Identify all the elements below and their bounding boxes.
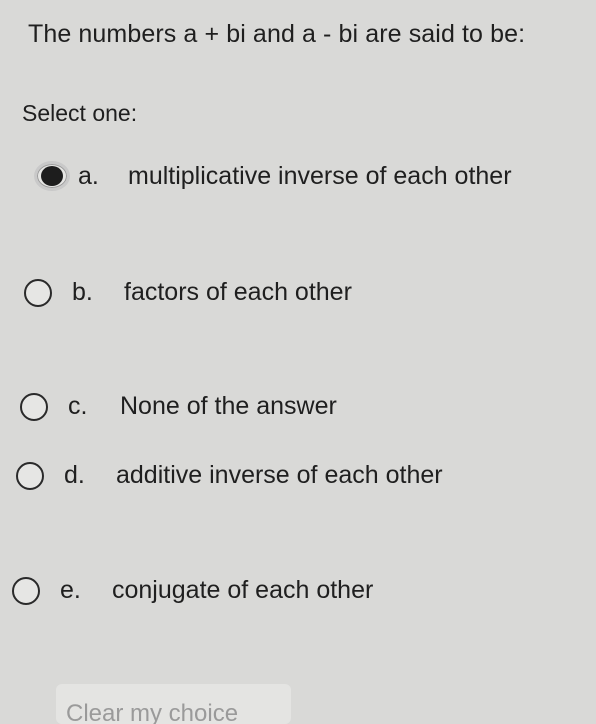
option-letter: a.	[78, 161, 99, 190]
option-letter: b.	[72, 278, 93, 306]
option-label: factors of each other	[124, 278, 352, 306]
option-a[interactable]: a. multiplicative inverse of each other	[34, 161, 512, 191]
option-e[interactable]: e. conjugate of each other	[12, 576, 373, 605]
radio-icon[interactable]	[20, 392, 48, 421]
option-b[interactable]: b. factors of each other	[24, 278, 352, 307]
option-letter: e.	[60, 576, 81, 604]
option-label: conjugate of each other	[112, 576, 374, 604]
option-label: None of the answer	[120, 392, 337, 420]
radio-selected-icon[interactable]	[34, 161, 70, 191]
radio-icon[interactable]	[12, 576, 40, 605]
option-label: additive inverse of each other	[116, 461, 443, 489]
option-label: multiplicative inverse of each other	[128, 161, 512, 190]
option-letter: c.	[68, 392, 88, 420]
radio-icon[interactable]	[24, 278, 52, 307]
option-c[interactable]: c. None of the answer	[20, 392, 337, 421]
select-one-label: Select one:	[22, 100, 138, 126]
clear-choice-link[interactable]: Clear my choice	[56, 684, 291, 724]
option-letter: d.	[64, 461, 85, 489]
question-text: The numbers a + bi and a - bi are said t…	[28, 20, 526, 48]
option-d[interactable]: d. additive inverse of each other	[16, 461, 443, 490]
radio-icon[interactable]	[16, 461, 44, 490]
